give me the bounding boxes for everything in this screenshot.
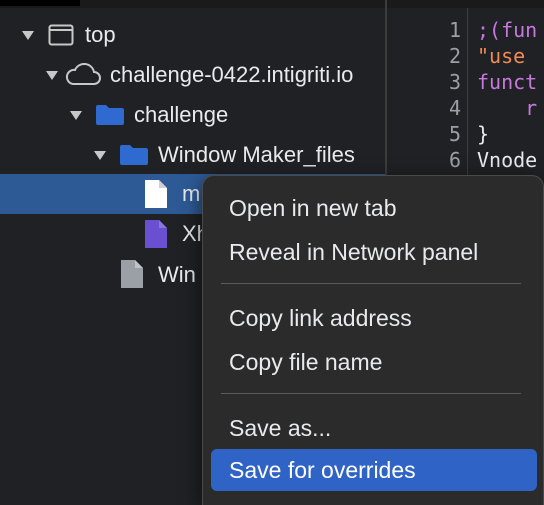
menu-separator — [221, 393, 521, 394]
line-number: 1 — [448, 18, 461, 42]
folder-icon — [120, 145, 148, 165]
expand-arrow-icon[interactable] — [22, 31, 34, 40]
tree-item-challenge[interactable]: challenge — [0, 95, 385, 135]
code-line: } — [477, 122, 490, 146]
menu-separator — [221, 283, 521, 284]
menu-item-copy-link-address[interactable]: Copy link address — [211, 297, 537, 339]
line-number: 3 — [448, 70, 461, 94]
script-file-icon — [145, 220, 167, 248]
expand-arrow-icon[interactable] — [46, 71, 58, 80]
file-icon — [145, 180, 167, 208]
tree-item-label: challenge-0422.intigriti.io — [110, 62, 354, 87]
menu-item-copy-file-name[interactable]: Copy file name — [211, 341, 537, 383]
frame-icon — [48, 24, 74, 46]
line-number: 5 — [448, 122, 461, 146]
expand-arrow-icon[interactable] — [70, 111, 82, 120]
context-menu: Open in new tab Reveal in Network panel … — [202, 175, 544, 505]
menu-item-label: Save for overrides — [229, 457, 416, 483]
tree-item-label: Window Maker_files — [158, 142, 355, 167]
menu-item-label: Reveal in Network panel — [229, 239, 479, 265]
tree-item-top[interactable]: top — [0, 15, 385, 55]
menu-item-label: Copy link address — [229, 305, 412, 331]
menu-item-save-as[interactable]: Save as... — [211, 407, 537, 449]
menu-item-save-for-overrides[interactable]: Save for overrides — [211, 449, 537, 491]
line-number: 6 — [448, 148, 461, 172]
tree-item-domain[interactable]: challenge-0422.intigriti.io — [0, 55, 385, 95]
menu-item-label: Save as... — [229, 415, 332, 441]
tree-item-label: challenge — [134, 102, 229, 127]
document-file-icon — [121, 260, 143, 288]
menu-item-label: Open in new tab — [229, 195, 397, 221]
navigator-header-bar — [0, 0, 385, 8]
navigator-tab[interactable] — [0, 0, 80, 6]
tree-item-label: Win — [158, 262, 196, 287]
tree-item-label: m — [182, 181, 201, 206]
expand-arrow-icon[interactable] — [94, 151, 106, 160]
code-line: funct — [477, 70, 538, 94]
code-line: ;(fun — [477, 18, 538, 42]
line-number: 4 — [448, 96, 461, 120]
code-line: Vnode — [477, 148, 538, 172]
menu-item-reveal-in-network-panel[interactable]: Reveal in Network panel — [211, 231, 537, 273]
menu-item-label: Copy file name — [229, 349, 383, 375]
tree-item-label: top — [85, 22, 116, 47]
cloud-icon — [65, 63, 101, 85]
tree-item-window-maker-files[interactable]: Window Maker_files — [0, 135, 385, 175]
line-number: 2 — [448, 44, 461, 68]
menu-item-open-in-new-tab[interactable]: Open in new tab — [211, 187, 537, 229]
editor-tab-bar — [387, 0, 544, 8]
folder-icon — [96, 105, 124, 125]
code-line: "use — [477, 44, 538, 68]
code-line: r — [477, 96, 538, 120]
